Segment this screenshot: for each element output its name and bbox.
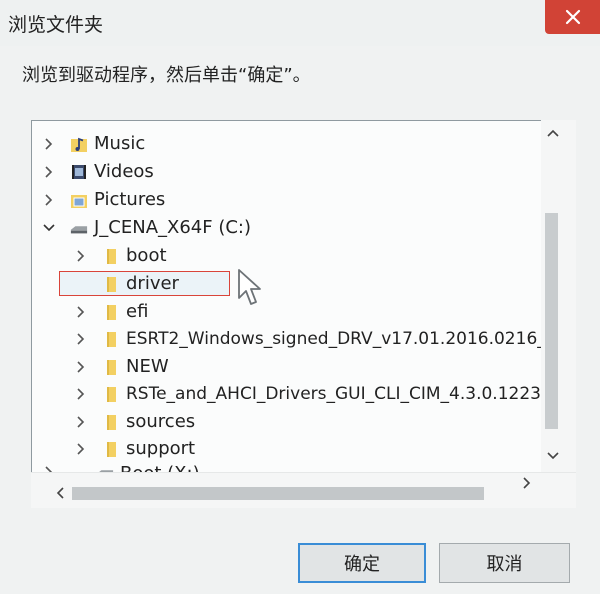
videos-folder-icon (70, 163, 88, 181)
tree-item-label: efi (126, 301, 149, 322)
close-icon (565, 9, 580, 25)
chevron-right-icon[interactable] (72, 330, 90, 348)
folder-icon (102, 385, 120, 403)
ok-button[interactable]: 确定 (298, 543, 426, 583)
chevron-right-icon[interactable] (40, 135, 58, 153)
tree-item-label: Music (94, 133, 146, 154)
tree-item-driver[interactable]: driver (72, 270, 179, 297)
folder-icon (102, 358, 120, 376)
scroll-left-button[interactable] (52, 484, 68, 502)
chevron-right-icon[interactable] (72, 385, 90, 403)
tree-item-label: NEW (126, 356, 169, 377)
folder-icon (102, 413, 120, 431)
chevron-right-icon[interactable] (40, 163, 58, 181)
chevron-right-icon[interactable] (72, 247, 90, 265)
tree-item-pictures[interactable]: Pictures (40, 186, 165, 213)
tree-item-label: J_CENA_X64F (C:) (94, 217, 252, 238)
scroll-up-button[interactable] (545, 124, 561, 142)
tree-item-label: boot (126, 245, 167, 266)
horizontal-scroll-thumb[interactable] (72, 487, 484, 500)
chevron-right-icon[interactable] (72, 440, 90, 458)
chevron-down-icon[interactable] (40, 219, 58, 237)
title-bar: 浏览文件夹 (0, 0, 600, 46)
folder-icon (102, 330, 120, 348)
expander-placeholder (72, 275, 90, 293)
tree-item-drive-c[interactable]: J_CENA_X64F (C:) (40, 214, 251, 241)
chevron-right-icon[interactable] (72, 358, 90, 376)
chevron-right-icon (523, 477, 531, 489)
tree-item-support[interactable]: support (72, 435, 195, 462)
pictures-folder-icon (70, 191, 88, 209)
vertical-scroll-thumb[interactable] (545, 213, 558, 429)
close-button[interactable] (545, 0, 600, 34)
tree-item-label: RSTe_and_AHCI_Drivers_GUI_CLI_CIM_4.3.0.… (126, 383, 541, 404)
browse-folder-dialog: 浏览文件夹 浏览到驱动程序，然后单击“确定”。 Music Videos Pic… (0, 0, 600, 594)
tree-item-new[interactable]: NEW (72, 353, 169, 380)
tree-item-videos[interactable]: Videos (40, 158, 154, 185)
cancel-button[interactable]: 取消 (439, 543, 570, 583)
tree-item-label: support (126, 438, 196, 459)
ok-button-label: 确定 (344, 554, 380, 575)
chevron-up-icon (547, 129, 559, 137)
scroll-right-button[interactable] (519, 474, 535, 492)
scroll-down-button[interactable] (545, 447, 561, 465)
chevron-left-icon (56, 487, 64, 499)
music-folder-icon (70, 135, 88, 153)
tree-item-music[interactable]: Music (40, 130, 145, 157)
tree-item-boot[interactable]: boot (72, 242, 167, 269)
dialog-title: 浏览文件夹 (8, 14, 104, 36)
tree-item-sources[interactable]: sources (72, 408, 195, 435)
drive-icon (70, 219, 88, 237)
tree-item-label: driver (126, 273, 179, 294)
tree-item-label: ESRT2_Windows_signed_DRV_v17.01.2016.021… (126, 328, 546, 349)
tree-item-rste[interactable]: RSTe_and_AHCI_Drivers_GUI_CLI_CIM_4.3.0.… (72, 380, 541, 407)
folder-icon (102, 275, 120, 293)
folder-icon (102, 303, 120, 321)
tree-item-efi[interactable]: efi (72, 298, 148, 325)
tree-item-label: Videos (94, 161, 154, 182)
tree-item-esrt2[interactable]: ESRT2_Windows_signed_DRV_v17.01.2016.021… (72, 325, 546, 352)
chevron-right-icon[interactable] (72, 413, 90, 431)
chevron-right-icon[interactable] (40, 191, 58, 209)
folder-icon (102, 247, 120, 265)
tree-item-label: sources (126, 411, 196, 432)
tree-item-label: Pictures (94, 189, 166, 210)
folder-icon (102, 440, 120, 458)
cancel-button-label: 取消 (486, 554, 523, 575)
instruction-text: 浏览到驱动程序，然后单击“确定”。 (22, 65, 311, 86)
chevron-right-icon[interactable] (72, 303, 90, 321)
mouse-pointer-icon (237, 268, 263, 312)
chevron-down-icon (547, 452, 559, 460)
